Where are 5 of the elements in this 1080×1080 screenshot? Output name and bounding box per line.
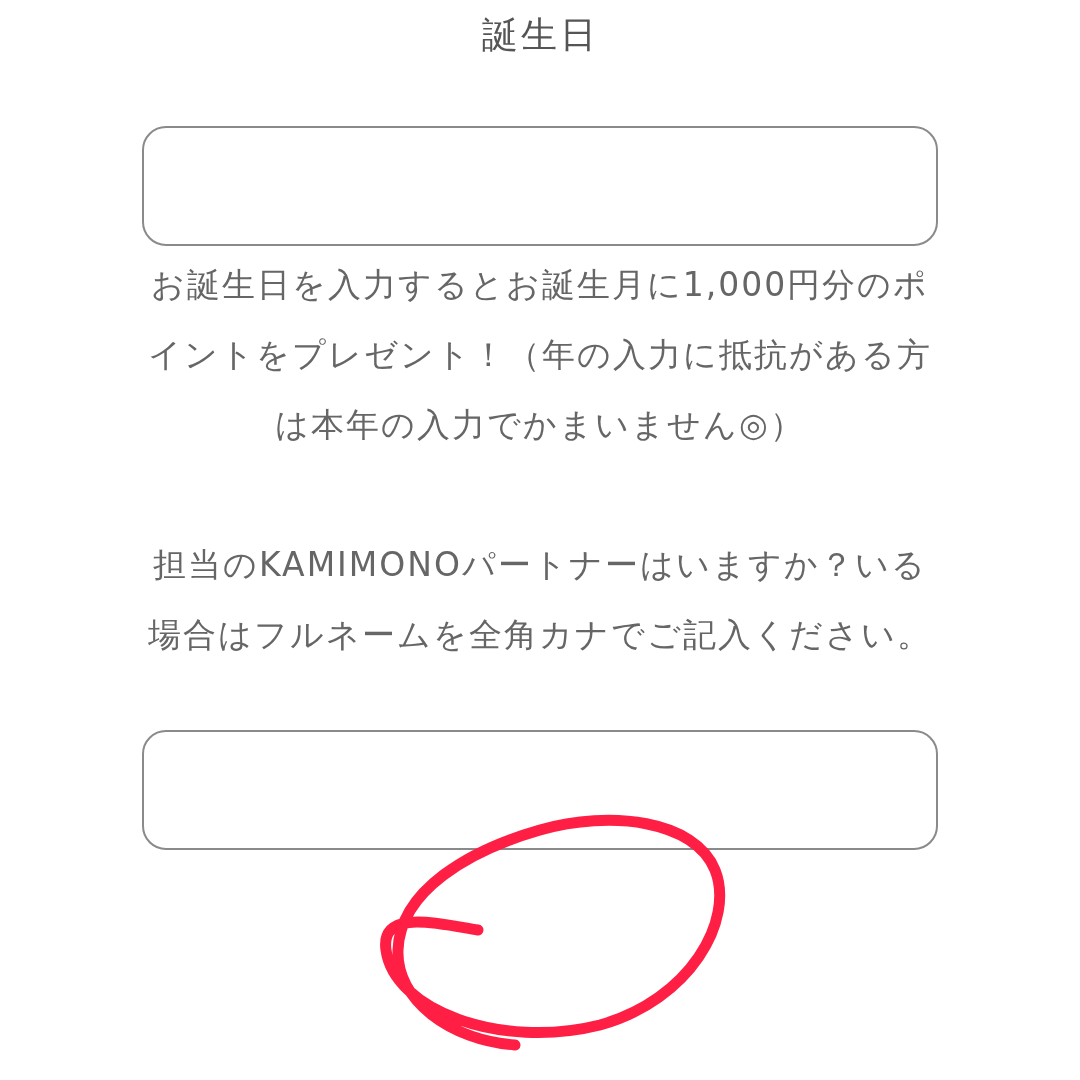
field-label: 誕生日 bbox=[480, 13, 600, 57]
input-field[interactable] bbox=[142, 126, 938, 246]
input-field[interactable] bbox=[142, 730, 938, 850]
question-text: 担当のKAMIMONOパートナーはいますか？いる場合はフルネームを全角カナでご記入ください。 bbox=[147, 544, 933, 656]
hint-text: お誕生日を入力するとお誕生月に1,000円分のポイントをプレゼント！（年の入力に抵抗がある方は本年の入力でかまいません◎） bbox=[147, 264, 933, 446]
